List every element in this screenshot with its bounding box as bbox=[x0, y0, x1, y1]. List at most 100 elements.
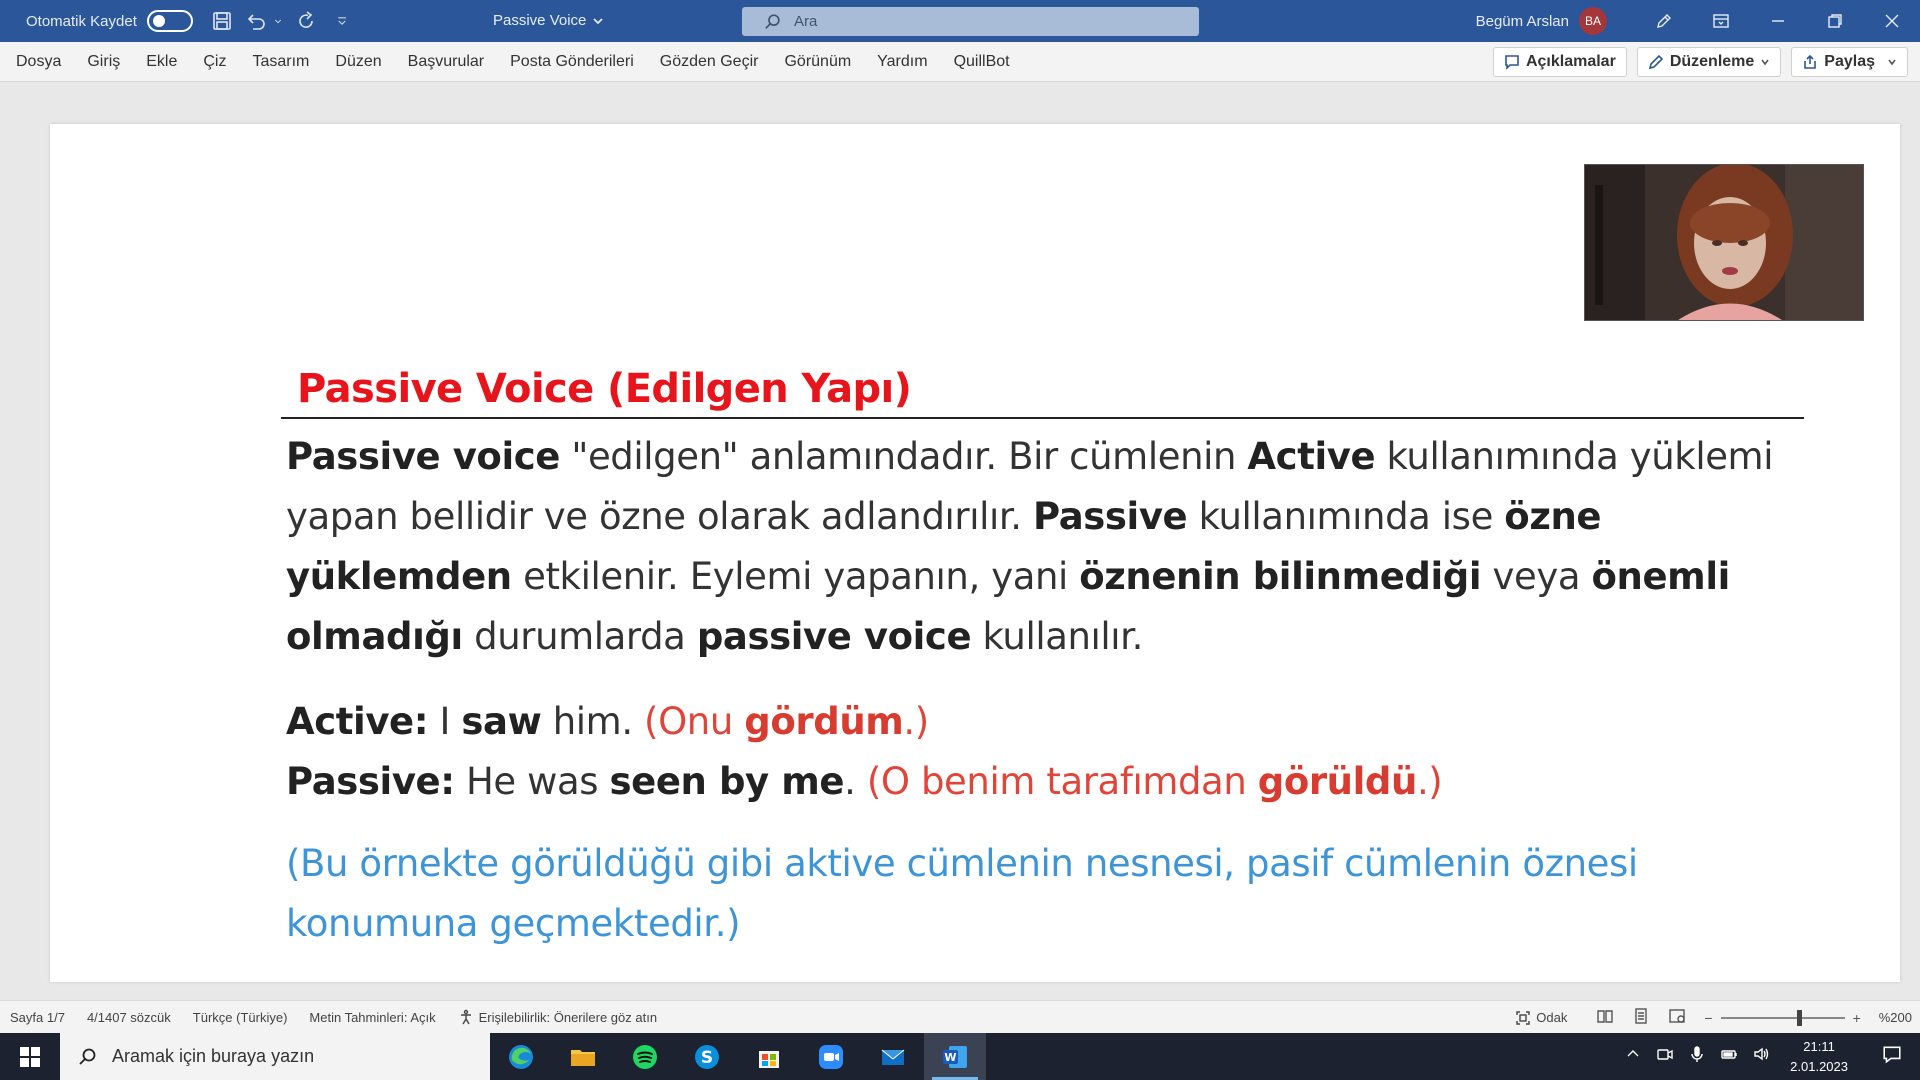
undo-icon[interactable] bbox=[241, 6, 271, 36]
notifications-icon[interactable] bbox=[1882, 1044, 1902, 1069]
text-run: .) bbox=[903, 700, 929, 743]
customize-toolbar-icon[interactable] bbox=[327, 6, 357, 36]
document-title[interactable]: Passive Voice bbox=[493, 12, 604, 29]
comment-icon bbox=[1505, 55, 1519, 70]
mail-icon[interactable] bbox=[862, 1033, 924, 1080]
windows-start-icon[interactable] bbox=[0, 1033, 60, 1080]
tab-duzen[interactable]: Düzen bbox=[322, 42, 394, 82]
text-predictions[interactable]: Metin Tahminleri: Açık bbox=[298, 1010, 446, 1025]
text-bold: Passive voice bbox=[286, 435, 560, 478]
skype-icon[interactable]: S bbox=[676, 1033, 738, 1080]
text-run: (Onu bbox=[644, 700, 745, 743]
restore-button[interactable] bbox=[1806, 0, 1863, 42]
share-button[interactable]: Paylaş bbox=[1791, 47, 1908, 77]
zoom-level[interactable]: %200 bbox=[1879, 1010, 1912, 1025]
text-run: .) bbox=[1416, 760, 1443, 803]
accessibility-status[interactable]: Erişilebilirlik: Önerilere göz atın bbox=[447, 1009, 668, 1025]
tab-yardim[interactable]: Yardım bbox=[864, 42, 940, 82]
search-box[interactable] bbox=[742, 7, 1199, 36]
redo-icon[interactable] bbox=[291, 6, 321, 36]
tab-gorunum[interactable]: Görünüm bbox=[771, 42, 864, 82]
text-run: etkilenir. Eylemi yapanın, yani bbox=[511, 555, 1080, 598]
search-icon bbox=[765, 13, 780, 29]
translation-text: (O benim tarafımdan görüldü.) bbox=[867, 760, 1443, 803]
autosave-toggle[interactable] bbox=[146, 10, 193, 32]
avatar[interactable]: BA bbox=[1579, 7, 1607, 35]
ribbon-display-icon[interactable] bbox=[1692, 0, 1749, 42]
accessibility-icon bbox=[460, 1009, 471, 1025]
spotify-icon[interactable] bbox=[614, 1033, 676, 1080]
text-bold: saw bbox=[461, 700, 542, 743]
edge-icon[interactable] bbox=[490, 1033, 552, 1080]
text-bold: öznenin bilinmediği bbox=[1079, 555, 1482, 598]
user-name[interactable]: Begüm Arslan bbox=[1476, 13, 1569, 30]
heading-divider bbox=[281, 417, 1804, 419]
taskbar-search[interactable] bbox=[60, 1033, 490, 1080]
tab-dosya[interactable]: Dosya bbox=[0, 42, 74, 82]
tab-ciz[interactable]: Çiz bbox=[190, 42, 239, 82]
tab-quillbot[interactable]: QuillBot bbox=[941, 42, 1023, 82]
store-icon[interactable] bbox=[738, 1033, 800, 1080]
camera-icon[interactable] bbox=[1656, 1045, 1674, 1068]
save-icon[interactable] bbox=[207, 6, 237, 36]
svg-text:W: W bbox=[944, 1051, 956, 1064]
document-canvas[interactable]: Passive Voice (Edilgen Yapı) Passive voi… bbox=[0, 83, 1920, 998]
zoom-slider[interactable] bbox=[1720, 1009, 1845, 1026]
page-count[interactable]: Sayfa 1/7 bbox=[0, 1010, 76, 1025]
undo-dropdown-icon[interactable] bbox=[271, 6, 285, 36]
close-button[interactable] bbox=[1863, 0, 1920, 42]
language-indicator[interactable]: Türkçe (Türkiye) bbox=[182, 1010, 299, 1025]
text-bold: Passive bbox=[1033, 495, 1188, 538]
translation-text: (Onu gördüm.) bbox=[644, 700, 929, 743]
print-layout-icon[interactable] bbox=[1632, 1007, 1650, 1028]
accessibility-label: Erişilebilirlik: Önerilere göz atın bbox=[478, 1009, 658, 1025]
zoom-icon[interactable] bbox=[800, 1033, 862, 1080]
document-body[interactable]: Passive voice "edilgen" anlamındadır. Bi… bbox=[286, 427, 1786, 954]
search-icon bbox=[79, 1048, 96, 1065]
taskbar-search-input[interactable] bbox=[112, 1046, 432, 1067]
zoom-control: − + bbox=[1704, 1009, 1861, 1026]
zoom-slider-thumb[interactable] bbox=[1797, 1009, 1803, 1026]
focus-label: Odak bbox=[1536, 1010, 1568, 1025]
tab-basvurular[interactable]: Başvurular bbox=[395, 42, 497, 82]
focus-button[interactable]: Odak bbox=[1505, 1010, 1578, 1026]
clock[interactable]: 21:11 2.01.2023 bbox=[1790, 1037, 1848, 1077]
svg-text:S: S bbox=[701, 1048, 713, 1068]
microphone-icon[interactable] bbox=[1688, 1045, 1706, 1068]
battery-icon[interactable] bbox=[1720, 1045, 1738, 1068]
text-run: "edilgen" anlamındadır. Bir cümlenin bbox=[559, 435, 1248, 478]
chevron-up-icon[interactable] bbox=[1624, 1045, 1642, 1068]
document-title-text: Passive Voice bbox=[493, 12, 587, 29]
word-icon[interactable]: W bbox=[924, 1033, 986, 1080]
taskbar: S W 21:11 2.01.2023 bbox=[0, 1033, 1920, 1080]
search-input[interactable] bbox=[794, 13, 1154, 30]
pencil-icon bbox=[1648, 54, 1663, 70]
file-explorer-icon[interactable] bbox=[552, 1033, 614, 1080]
zoom-in-icon[interactable]: + bbox=[1853, 1010, 1861, 1026]
status-bar: Sayfa 1/7 4/1407 sözcük Türkçe (Türkiye)… bbox=[0, 1000, 1920, 1033]
text-run: durumlarda bbox=[462, 615, 697, 658]
tab-giris[interactable]: Giriş bbox=[74, 42, 133, 82]
zoom-out-icon[interactable]: − bbox=[1704, 1010, 1712, 1026]
text-run: him. bbox=[541, 700, 645, 743]
pen-icon[interactable] bbox=[1635, 0, 1692, 42]
webcam-image bbox=[1585, 165, 1863, 320]
text-bold: passive voice bbox=[696, 615, 972, 658]
tab-posta-gonderileri[interactable]: Posta Gönderileri bbox=[497, 42, 647, 82]
clock-time: 21:11 bbox=[1803, 1038, 1835, 1054]
text-run: veya bbox=[1481, 555, 1592, 598]
tab-ekle[interactable]: Ekle bbox=[133, 42, 190, 82]
text-run: (O benim tarafımdan bbox=[866, 760, 1258, 803]
intro-paragraph: Passive voice "edilgen" anlamındadır. Bi… bbox=[286, 427, 1786, 667]
editing-button[interactable]: Düzenleme bbox=[1636, 47, 1782, 77]
word-count[interactable]: 4/1407 sözcük bbox=[76, 1010, 182, 1025]
minimize-button[interactable] bbox=[1749, 0, 1806, 42]
ribbon-tabs: Dosya Giriş Ekle Çiz Tasarım Düzen Başvu… bbox=[0, 42, 1920, 82]
tab-gozden-gecir[interactable]: Gözden Geçir bbox=[647, 42, 772, 82]
comments-button[interactable]: Açıklamalar bbox=[1492, 47, 1627, 77]
read-mode-icon[interactable] bbox=[1596, 1007, 1614, 1028]
tab-tasarim[interactable]: Tasarım bbox=[239, 42, 322, 82]
example-label: Passive: bbox=[286, 760, 455, 803]
volume-icon[interactable] bbox=[1752, 1045, 1770, 1068]
web-layout-icon[interactable] bbox=[1668, 1007, 1686, 1028]
